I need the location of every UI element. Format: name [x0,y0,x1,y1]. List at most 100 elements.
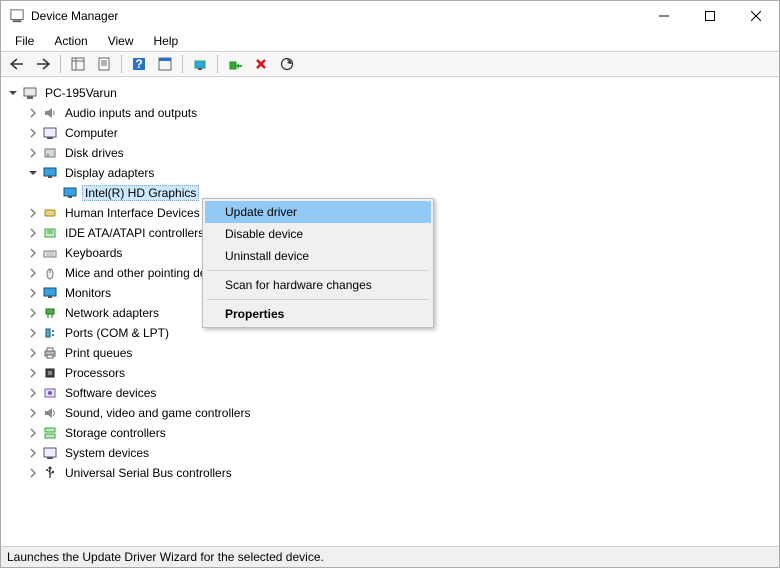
tree-category[interactable]: Software devices [2,383,778,403]
menu-action[interactable]: Action [46,32,95,50]
tree-category[interactable]: Storage controllers [2,423,778,443]
menu-help[interactable]: Help [146,32,187,50]
network-icon [42,305,58,321]
computer-icon [42,125,58,141]
status-text: Launches the Update Driver Wizard for th… [7,550,324,564]
chevron-right-icon[interactable] [26,406,40,420]
titlebar: Device Manager [1,1,779,31]
system-icon [42,445,58,461]
tree-node-label: Monitors [62,285,114,301]
chevron-right-icon[interactable] [26,446,40,460]
tree-root[interactable]: PC-195Varun [2,83,778,103]
maximize-button[interactable] [687,1,733,31]
tree-node-label: Sound, video and game controllers [62,405,253,421]
computer-root-icon [22,85,38,101]
cpu-icon [42,365,58,381]
context-menu-item[interactable]: Uninstall device [205,245,431,267]
context-menu-item[interactable]: Update driver [205,201,431,223]
update-driver-button[interactable] [188,53,212,75]
tree-category[interactable]: System devices [2,443,778,463]
tree-node-label: Processors [62,365,128,381]
chevron-right-icon[interactable] [26,466,40,480]
chevron-right-icon[interactable] [26,426,40,440]
chevron-right-icon[interactable] [26,226,40,240]
context-menu-item[interactable]: Properties [205,303,431,325]
monitor-icon [42,285,58,301]
back-button[interactable] [5,53,29,75]
chevron-right-icon[interactable] [26,146,40,160]
menubar: File Action View Help [1,31,779,51]
context-menu-separator [207,270,429,271]
keyboard-icon [42,245,58,261]
chevron-placeholder [46,186,60,200]
chevron-right-icon[interactable] [26,326,40,340]
tree-category[interactable]: Universal Serial Bus controllers [2,463,778,483]
tree-node-label: Audio inputs and outputs [62,105,200,121]
tree-category[interactable]: Sound, video and game controllers [2,403,778,423]
chevron-right-icon[interactable] [26,366,40,380]
tree-node-label: Network adapters [62,305,162,321]
app-icon [9,8,25,24]
tree-category[interactable]: Audio inputs and outputs [2,103,778,123]
status-bar: Launches the Update Driver Wizard for th… [1,546,779,567]
storage-icon [42,425,58,441]
context-menu-separator [207,299,429,300]
context-menu: Update driverDisable deviceUninstall dev… [202,198,434,328]
properties-button[interactable] [92,53,116,75]
context-menu-item[interactable]: Disable device [205,223,431,245]
menu-view[interactable]: View [100,32,142,50]
svg-text:?: ? [135,57,142,71]
chevron-right-icon[interactable] [26,206,40,220]
forward-button[interactable] [31,53,55,75]
chevron-right-icon[interactable] [26,106,40,120]
mouse-icon [42,265,58,281]
tree-node-label: Print queues [62,345,135,361]
uninstall-button[interactable] [223,53,247,75]
help-button[interactable]: ? [127,53,151,75]
disk-icon [42,145,58,161]
tree-category[interactable]: Display adapters [2,163,778,183]
chevron-right-icon[interactable] [26,246,40,260]
close-button[interactable] [733,1,779,31]
tree-node-label: IDE ATA/ATAPI controllers [62,225,207,241]
tree-node-label: Disk drives [62,145,127,161]
tree-node-label: Intel(R) HD Graphics [82,185,199,201]
tree-category[interactable]: Print queues [2,343,778,363]
tree-node-label: Software devices [62,385,159,401]
tree-node-label: Display adapters [62,165,157,181]
scan-hardware-button[interactable] [275,53,299,75]
toolbar-separator [121,55,122,73]
context-menu-item[interactable]: Scan for hardware changes [205,274,431,296]
printer-icon [42,345,58,361]
minimize-button[interactable] [641,1,687,31]
speaker-icon [42,105,58,121]
disable-button[interactable] [249,53,273,75]
tree-node-label: Human Interface Devices [62,205,203,221]
chevron-right-icon[interactable] [26,346,40,360]
prop-sheet-button[interactable] [153,53,177,75]
window-title: Device Manager [31,9,118,23]
tree-category[interactable]: Disk drives [2,143,778,163]
tree-node-label: PC-195Varun [42,85,120,101]
hid-icon [42,205,58,221]
toolbar-separator [217,55,218,73]
toolbar-separator [182,55,183,73]
usb-icon [42,465,58,481]
software-icon [42,385,58,401]
tree-category[interactable]: Computer [2,123,778,143]
chevron-right-icon[interactable] [26,286,40,300]
tree-node-label: Keyboards [62,245,125,261]
tree-node-label: System devices [62,445,152,461]
chevron-right-icon[interactable] [26,306,40,320]
sound-icon [42,405,58,421]
chevron-right-icon[interactable] [26,386,40,400]
menu-file[interactable]: File [7,32,42,50]
monitor-icon [62,185,78,201]
show-hide-tree-button[interactable] [66,53,90,75]
chevron-down-icon[interactable] [26,166,40,180]
chevron-right-icon[interactable] [26,126,40,140]
chevron-down-icon[interactable] [6,86,20,100]
chevron-right-icon[interactable] [26,266,40,280]
tree-category[interactable]: Processors [2,363,778,383]
tree-node-label: Storage controllers [62,425,169,441]
